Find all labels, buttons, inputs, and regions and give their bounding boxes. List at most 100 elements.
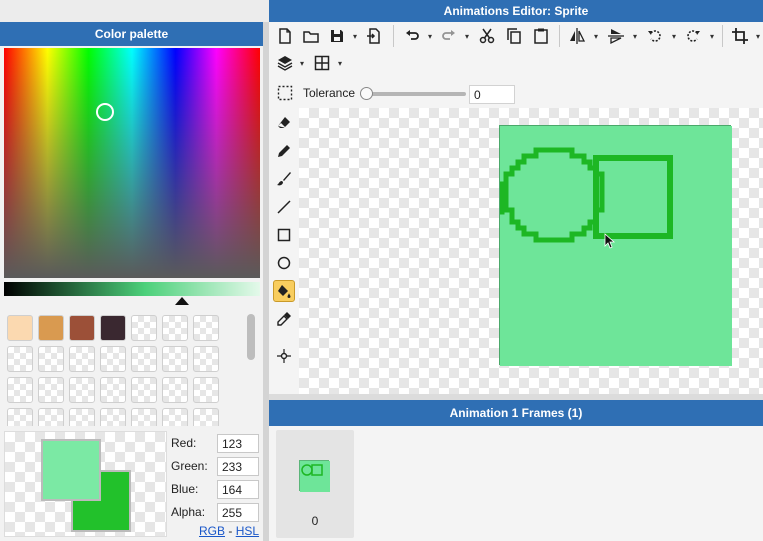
- brightness-slider-handle[interactable]: [175, 297, 189, 305]
- new-file-icon[interactable]: [275, 26, 295, 46]
- rotate-left-caret-icon[interactable]: ▾: [670, 26, 678, 46]
- flip-vertical-caret-icon[interactable]: ▾: [631, 26, 639, 46]
- crop-caret-icon[interactable]: ▾: [754, 26, 762, 46]
- empty-swatch[interactable]: [131, 377, 157, 403]
- red-row: Red: 123: [171, 433, 263, 453]
- alpha-label: Alpha:: [171, 505, 206, 519]
- empty-swatch[interactable]: [131, 315, 157, 341]
- export-icon[interactable]: [364, 26, 384, 46]
- empty-swatch[interactable]: [162, 377, 188, 403]
- tolerance-track: [360, 92, 466, 96]
- blue-row: Blue: 164: [171, 479, 263, 499]
- empty-swatch[interactable]: [193, 315, 219, 341]
- empty-swatch[interactable]: [131, 408, 157, 426]
- empty-swatch[interactable]: [100, 346, 126, 372]
- layers-caret-icon[interactable]: ▾: [298, 53, 306, 73]
- red-field[interactable]: 123: [217, 433, 259, 453]
- undo-icon[interactable]: [402, 26, 422, 46]
- rectangle-icon[interactable]: [273, 224, 295, 246]
- save-icon[interactable]: [327, 26, 347, 46]
- green-row: Green: 233: [171, 456, 263, 476]
- empty-swatch[interactable]: [7, 377, 33, 403]
- brush-icon[interactable]: [273, 168, 295, 190]
- toolbar-separator: [559, 25, 560, 47]
- color-mode-links: RGB - HSL: [199, 524, 259, 538]
- green-field[interactable]: 233: [217, 456, 259, 476]
- window-title: Animations Editor: Sprite: [443, 4, 589, 18]
- rotate-right-caret-icon[interactable]: ▾: [708, 26, 716, 46]
- spectrum-picker-handle[interactable]: [96, 103, 114, 121]
- primary-color-swatch[interactable]: [41, 439, 101, 501]
- undo-dropdown-caret-icon[interactable]: ▾: [426, 26, 434, 46]
- color-swatch[interactable]: [38, 315, 64, 341]
- rotate-left-icon[interactable]: [645, 26, 665, 46]
- crop-icon[interactable]: [730, 26, 750, 46]
- empty-swatch[interactable]: [7, 346, 33, 372]
- empty-swatch[interactable]: [193, 346, 219, 372]
- grid-icon[interactable]: [312, 53, 332, 73]
- sprite-drawing: [499, 126, 732, 366]
- line-icon[interactable]: [273, 196, 295, 218]
- empty-swatch[interactable]: [100, 377, 126, 403]
- pencil-icon[interactable]: [273, 140, 295, 162]
- empty-swatch[interactable]: [100, 408, 126, 426]
- selection-icon[interactable]: [275, 83, 295, 103]
- empty-swatch[interactable]: [69, 346, 95, 372]
- redo-icon[interactable]: [439, 26, 459, 46]
- empty-swatch[interactable]: [193, 377, 219, 403]
- color-spectrum[interactable]: [4, 48, 260, 278]
- rotate-right-icon[interactable]: [683, 26, 703, 46]
- empty-swatch[interactable]: [69, 408, 95, 426]
- color-swatch[interactable]: [100, 315, 126, 341]
- mode-separator: -: [228, 524, 233, 538]
- paste-icon[interactable]: [531, 26, 551, 46]
- alpha-field[interactable]: 255: [217, 502, 259, 522]
- flip-vertical-icon[interactable]: [606, 26, 626, 46]
- brightness-slider[interactable]: [4, 282, 260, 296]
- fill-bucket-icon[interactable]: [273, 280, 295, 302]
- copy-icon[interactable]: [504, 26, 524, 46]
- tolerance-field[interactable]: 0: [469, 85, 515, 104]
- mouse-cursor-icon: [604, 233, 616, 249]
- color-swatch[interactable]: [7, 315, 33, 341]
- frames-title-bar: Animation 1 Frames (1): [269, 400, 763, 426]
- ellipse-icon[interactable]: [273, 252, 295, 274]
- empty-swatch[interactable]: [131, 346, 157, 372]
- empty-swatch[interactable]: [162, 315, 188, 341]
- toolbar-separator: [393, 25, 394, 47]
- redo-dropdown-caret-icon[interactable]: ▾: [463, 26, 471, 46]
- empty-swatch[interactable]: [162, 346, 188, 372]
- eyedropper-icon[interactable]: [273, 308, 295, 330]
- flip-horizontal-icon[interactable]: [567, 26, 587, 46]
- empty-swatch[interactable]: [69, 377, 95, 403]
- empty-swatch[interactable]: [193, 408, 219, 426]
- empty-swatch[interactable]: [38, 346, 64, 372]
- flip-horizontal-caret-icon[interactable]: ▾: [592, 26, 600, 46]
- empty-swatch[interactable]: [162, 408, 188, 426]
- hsl-mode-link[interactable]: HSL: [236, 524, 259, 538]
- empty-swatch[interactable]: [38, 408, 64, 426]
- eraser-icon[interactable]: [273, 112, 295, 134]
- green-label: Green:: [171, 459, 208, 473]
- swatch-scrollbar[interactable]: [247, 314, 255, 360]
- sprite-background: [500, 126, 732, 366]
- rgb-mode-link[interactable]: RGB: [199, 524, 225, 538]
- blue-label: Blue:: [171, 482, 199, 496]
- cut-icon[interactable]: [477, 26, 497, 46]
- empty-swatch[interactable]: [7, 408, 33, 426]
- blue-field[interactable]: 164: [217, 479, 259, 499]
- tolerance-slider[interactable]: [360, 87, 466, 101]
- grid-caret-icon[interactable]: ▾: [336, 53, 344, 73]
- layers-icon[interactable]: [275, 53, 295, 73]
- save-dropdown-caret-icon[interactable]: ▾: [351, 26, 359, 46]
- toolbar-separator: [722, 25, 723, 47]
- alpha-row: Alpha: 255: [171, 502, 263, 522]
- empty-swatch[interactable]: [38, 377, 64, 403]
- frame-thumbnail-card[interactable]: 0: [276, 430, 354, 538]
- anchor-icon[interactable]: [273, 345, 295, 367]
- swatch-grid-inner: [0, 310, 248, 426]
- color-swatch[interactable]: [69, 315, 95, 341]
- tolerance-slider-thumb[interactable]: [360, 87, 373, 100]
- open-folder-icon[interactable]: [301, 26, 321, 46]
- frame-thumbnail[interactable]: [299, 460, 330, 492]
